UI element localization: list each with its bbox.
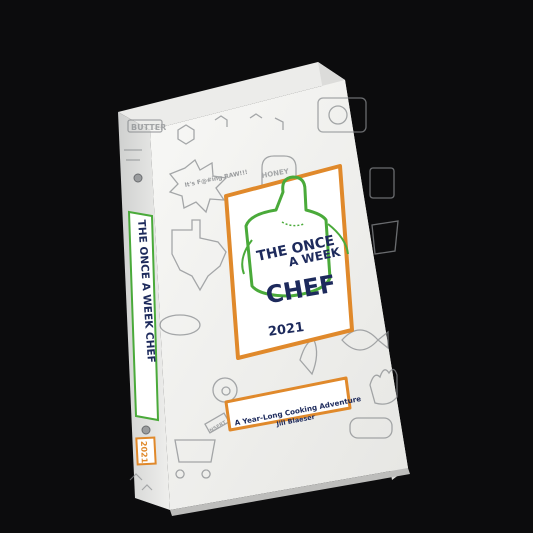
book-photo: BUTTER HONEY It's F@#ing RAW!!! INSERT T… [118,62,410,516]
cake-doodle [369,167,395,199]
glass-doodle [371,220,399,255]
butter-doodle-text: BUTTER [131,123,166,132]
spine-year: 2021 [139,441,149,464]
spine-ring-top [133,173,143,183]
spine-ring-bottom [141,425,151,435]
